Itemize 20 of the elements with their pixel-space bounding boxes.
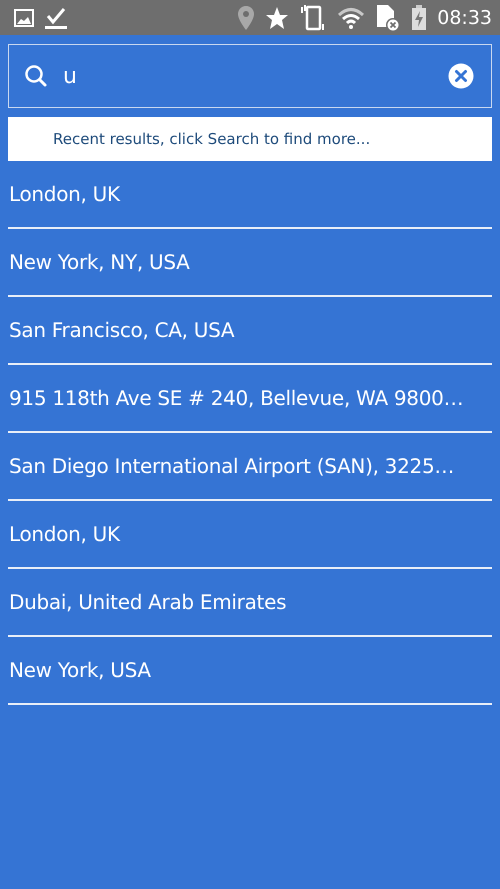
notice-text: Recent results, click Search to find more... [53, 130, 370, 148]
clock-time: 08:33 [437, 6, 492, 28]
result-item[interactable]: 915 118th Ave SE # 240, Bellevue, WA 9800… [8, 365, 492, 433]
battery-charging-icon [411, 4, 428, 30]
result-item[interactable]: London, UK [8, 501, 492, 569]
location-pin-icon [237, 4, 256, 30]
result-item[interactable]: New York, NY, USA [8, 229, 492, 297]
sim-card-icon [375, 2, 402, 32]
clear-icon[interactable] [448, 63, 474, 89]
download-check-icon [44, 6, 68, 28]
search-icon [24, 64, 48, 88]
image-icon [14, 8, 34, 26]
search-field[interactable]: u [8, 44, 492, 108]
result-item[interactable]: Dubai, United Arab Emirates [8, 569, 492, 637]
result-item[interactable]: London, UK [8, 161, 492, 229]
result-item[interactable]: San Francisco, CA, USA [8, 297, 492, 365]
wifi-icon [337, 6, 366, 28]
star-icon [265, 6, 290, 30]
result-item[interactable]: San Diego International Airport (SAN), 3225… [8, 433, 492, 501]
result-item[interactable]: New York, USA [8, 637, 492, 705]
